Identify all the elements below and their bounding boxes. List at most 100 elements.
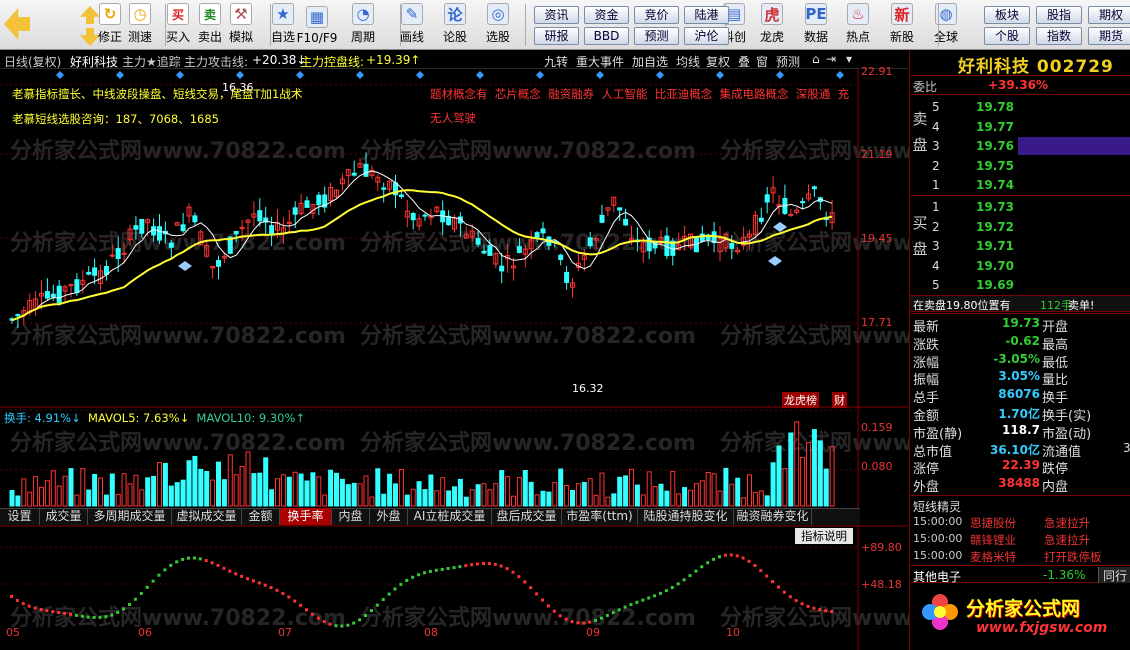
dropdown-icon[interactable]: ▾ [846, 52, 852, 66]
volume-bar [428, 474, 434, 507]
F10/F9-button[interactable]: ▦ F10/F9 [297, 2, 337, 48]
sell-label-2: 盘 [912, 136, 928, 154]
论股-button[interactable]: 论论股 [436, 2, 474, 48]
market-button[interactable]: 板块 [984, 6, 1030, 24]
market-button[interactable]: 个股 [984, 27, 1030, 45]
sell-price[interactable]: 19.78 [976, 100, 1014, 114]
全球-button[interactable]: ◍ 全球 [927, 2, 965, 48]
indicator-tab[interactable]: 虚拟成交量 [172, 508, 242, 525]
buy-price[interactable]: 19.69 [976, 278, 1014, 292]
period-icon: ◔ [352, 3, 374, 25]
menu-item[interactable]: 复权 [706, 53, 730, 70]
周期-button[interactable]: ◔ 周期 [344, 2, 382, 48]
candle-body [151, 226, 157, 236]
indicator-dot [187, 556, 190, 560]
candle-body [764, 194, 770, 203]
volume-bar [552, 482, 558, 507]
buy-price[interactable]: 19.70 [976, 259, 1014, 273]
indicator-tab[interactable]: AI立桩成交量 [408, 508, 492, 525]
peer-tab[interactable]: 同行 [1098, 567, 1130, 583]
测速-button[interactable]: ◷ 测速 [121, 2, 159, 48]
grid-button[interactable]: 预测 [634, 27, 679, 45]
选股-button[interactable]: ◎ 选股 [479, 2, 517, 48]
sell-price[interactable]: 19.74 [976, 178, 1014, 192]
grid-button[interactable]: BBD [584, 27, 629, 45]
indicator-tab[interactable]: 金额 [242, 508, 280, 525]
market-button[interactable]: 指数 [1036, 27, 1082, 45]
grid-button[interactable]: 资金 [584, 6, 629, 24]
grid-button[interactable]: 资讯 [534, 6, 579, 24]
模拟-button[interactable]: ⚒ 模拟 [222, 2, 260, 48]
quote-label: 涨幅 [913, 355, 940, 371]
grid-button[interactable]: 竞价 [634, 6, 679, 24]
indicator-tab[interactable]: 设置 [0, 508, 40, 525]
industry-name[interactable]: 其他电子 [913, 568, 961, 585]
grid-button[interactable]: 研报 [534, 27, 579, 45]
grid-button[interactable]: 陆港 [684, 6, 729, 24]
grid-button[interactable]: 沪伦 [684, 27, 729, 45]
indicator-tab[interactable]: 盘后成交量 [492, 508, 562, 525]
indicator-dot [723, 553, 727, 557]
buy-price[interactable]: 19.71 [976, 239, 1014, 253]
数据-button[interactable]: PE 数据 [797, 2, 835, 48]
sell-level: 4 [932, 119, 940, 134]
indicator-dot [369, 609, 373, 613]
indicator-dot [635, 600, 639, 604]
indicator-dot [653, 594, 657, 598]
finance-badge[interactable]: 财 [832, 392, 847, 408]
market-button[interactable]: 股指 [1036, 6, 1082, 24]
market-button[interactable]: 期权 [1088, 6, 1130, 24]
热点-button[interactable]: ♨ 热点 [839, 2, 877, 48]
month-label: 10 [726, 626, 740, 639]
volume-bar [446, 490, 452, 507]
period-label[interactable]: 日线(复权) [4, 53, 61, 70]
sell-price[interactable]: 19.77 [976, 120, 1014, 134]
volume-bar [204, 471, 210, 507]
indicator-tab[interactable]: 换手率 [280, 508, 332, 525]
indicator-tab[interactable]: 外盘 [370, 508, 408, 525]
menu-item[interactable]: 叠 [738, 53, 750, 70]
exit-icon[interactable]: ⇥ [826, 52, 836, 66]
sprite-stock[interactable]: 麦格米特 [970, 549, 1016, 565]
indicator-tab[interactable]: 内盘 [332, 508, 370, 525]
sprite-stock[interactable]: 赣锋锂业 [970, 532, 1016, 548]
volume-bar [788, 432, 794, 507]
indicator-dot [659, 591, 662, 595]
indicator-tab[interactable]: 融资融券变化 [734, 508, 812, 525]
indicator-tab[interactable]: 成交量 [40, 508, 88, 525]
market-button[interactable]: 期货 [1088, 27, 1130, 45]
indicator-dot [541, 598, 544, 602]
indicator-dot [305, 608, 308, 612]
buy-price[interactable]: 19.72 [976, 220, 1014, 234]
back-arrow-icon[interactable] [4, 8, 30, 40]
sell-price[interactable]: 19.75 [976, 159, 1014, 173]
dragon-tiger-badge[interactable]: 龙虎榜 [782, 392, 819, 408]
menu-item[interactable]: 重大事件 [576, 53, 624, 70]
candle-body [729, 242, 735, 249]
volume-bar [398, 468, 404, 507]
home-icon[interactable]: ⌂ [812, 52, 820, 66]
candle-body [74, 279, 80, 294]
volume-bar [806, 442, 811, 507]
volume-bar [564, 484, 570, 507]
volume-bar [705, 471, 711, 507]
sprite-stock[interactable]: 恩捷股份 [970, 515, 1016, 531]
sell-price[interactable]: 19.76 [976, 139, 1014, 153]
新股-button[interactable]: 新新股 [883, 2, 921, 48]
indicator-tab[interactable]: 陆股通持股变化 [638, 508, 734, 525]
buy-level: 3 [932, 239, 940, 253]
indicator-tab[interactable]: 市盈率(ttm) [562, 508, 638, 525]
menu-item[interactable]: 均线 [676, 53, 700, 70]
menu-item[interactable]: 九转 [544, 53, 568, 70]
volume-bar [499, 470, 505, 507]
indicator-tab[interactable]: 多周期成交量 [88, 508, 172, 525]
menu-item[interactable]: 加自选 [632, 53, 668, 70]
menu-item[interactable]: 窗 [756, 53, 768, 70]
menu-item[interactable]: 预测 [776, 53, 800, 70]
龙虎-button[interactable]: 虎龙虎 [753, 2, 791, 48]
notice-tail: 卖单! [1068, 299, 1095, 312]
画线-button[interactable]: ✎ 画线 [393, 2, 431, 48]
indicator-help-button[interactable]: 指标说明 [795, 528, 853, 544]
buy-price[interactable]: 19.73 [976, 200, 1014, 214]
volume-bar [157, 462, 162, 507]
